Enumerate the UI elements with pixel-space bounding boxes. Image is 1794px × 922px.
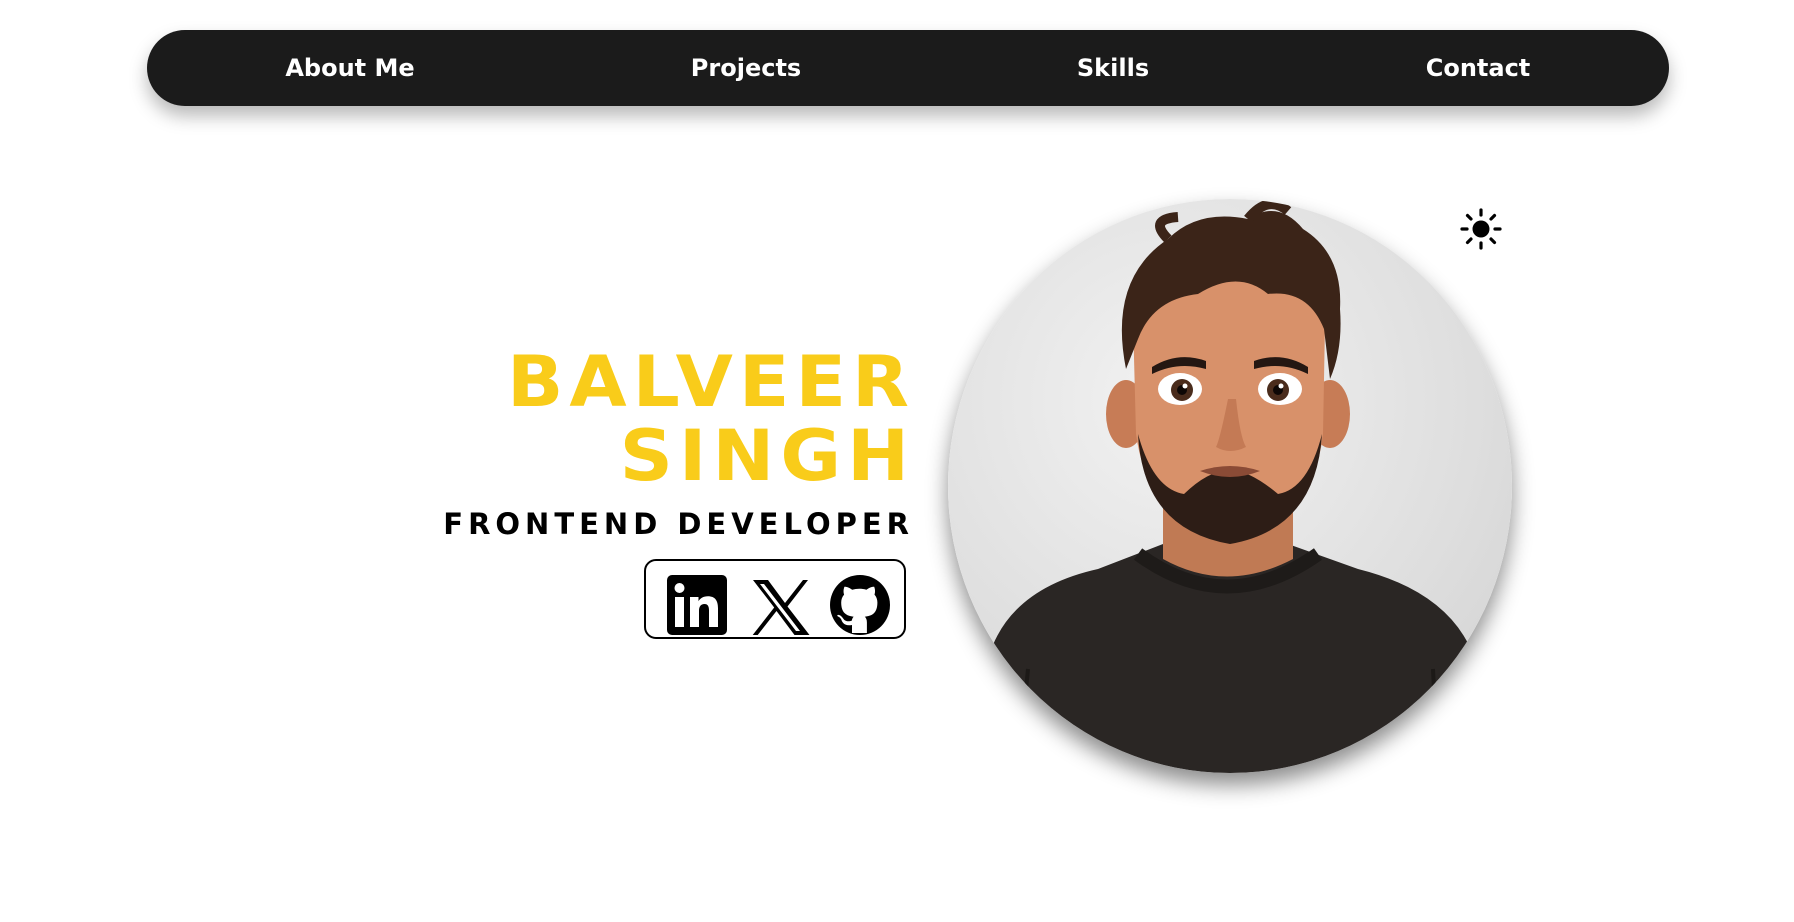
github-icon[interactable] — [829, 574, 891, 636]
profile-illustration — [988, 199, 1478, 773]
sun-icon[interactable] — [1459, 207, 1503, 251]
social-links — [644, 559, 906, 639]
nav-contact[interactable]: Contact — [1426, 30, 1531, 106]
page: About Me Projects Skills Contact BALVEER… — [0, 0, 1794, 922]
hero-first-name: BALVEER — [507, 341, 915, 423]
top-navbar: About Me Projects Skills Contact — [147, 30, 1669, 106]
profile-avatar — [948, 199, 1512, 773]
nav-skills[interactable]: Skills — [1077, 30, 1149, 106]
hero-last-name: SINGH — [619, 415, 915, 497]
nav-about-me[interactable]: About Me — [285, 30, 414, 106]
x-icon[interactable] — [748, 574, 810, 636]
hero-heading: BALVEER SINGH FRONTEND DEVELOPER — [443, 345, 909, 541]
linkedin-icon[interactable] — [666, 574, 728, 636]
nav-projects[interactable]: Projects — [691, 30, 801, 106]
hero-role: FRONTEND DEVELOPER — [443, 507, 914, 541]
